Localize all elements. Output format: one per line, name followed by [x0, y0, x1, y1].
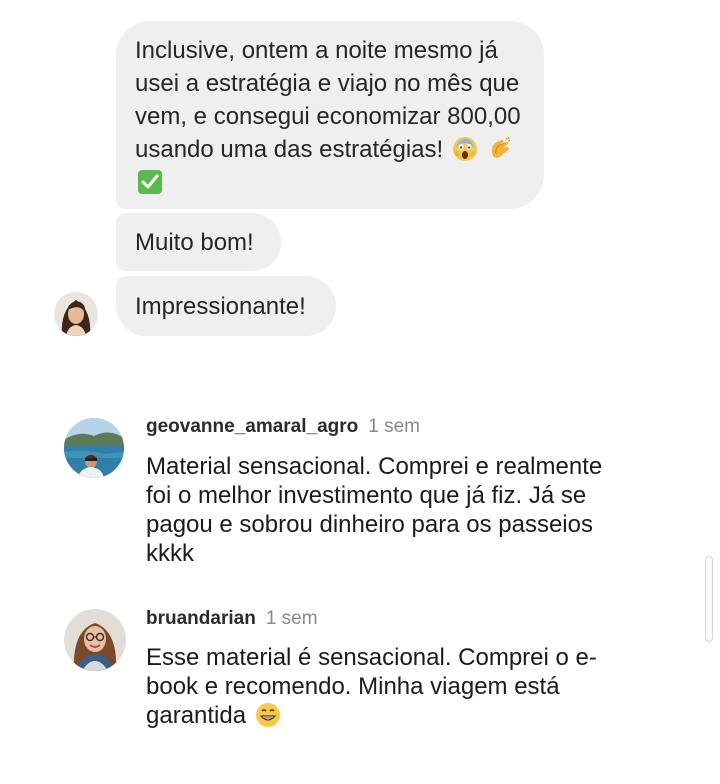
woman-avatar: [54, 292, 98, 336]
scrollbar[interactable]: [705, 556, 713, 642]
chat-message-text: Muito bom!: [135, 229, 254, 256]
woman-glasses-avatar: [64, 609, 126, 671]
check-mark-button-icon: [138, 170, 162, 194]
comment-username[interactable]: geovanne_amaral_agro: [146, 416, 358, 437]
comment-time: 1 sem: [265, 608, 318, 629]
comment-time: 1 sem: [368, 416, 421, 437]
instagram-comments-screen: Inclusive, ontem a noite mesmo já usei a…: [0, 0, 720, 784]
comment-username[interactable]: bruandarian: [146, 608, 256, 629]
comment-avatar[interactable]: [64, 418, 124, 478]
chat-message-bubble[interactable]: Inclusive, ontem a noite mesmo já usei a…: [116, 21, 544, 209]
chat-sender-avatar[interactable]: [54, 292, 98, 336]
chat-message-bubble[interactable]: Impressionante!: [116, 276, 336, 336]
comment-avatar[interactable]: [64, 609, 126, 671]
comment-header: geovanne_amaral_agro 1 sem: [146, 415, 420, 439]
chat-message-text: Impressionante!: [135, 293, 306, 320]
comment-header: bruandarian 1 sem: [146, 607, 318, 631]
comment-text: Material sensacional. Comprei e realment…: [146, 453, 603, 567]
chat-message-bubble[interactable]: Muito bom!: [116, 213, 281, 271]
grinning-face-icon: [255, 703, 280, 727]
clapping-hands-icon: [491, 136, 510, 158]
man-lake-avatar: [64, 418, 124, 478]
comment-text-body: Esse material é sensacional. Comprei o e…: [146, 644, 597, 729]
comment-text: Esse material é sensacional. Comprei o e…: [146, 643, 626, 730]
face-screaming-icon: [452, 137, 477, 161]
